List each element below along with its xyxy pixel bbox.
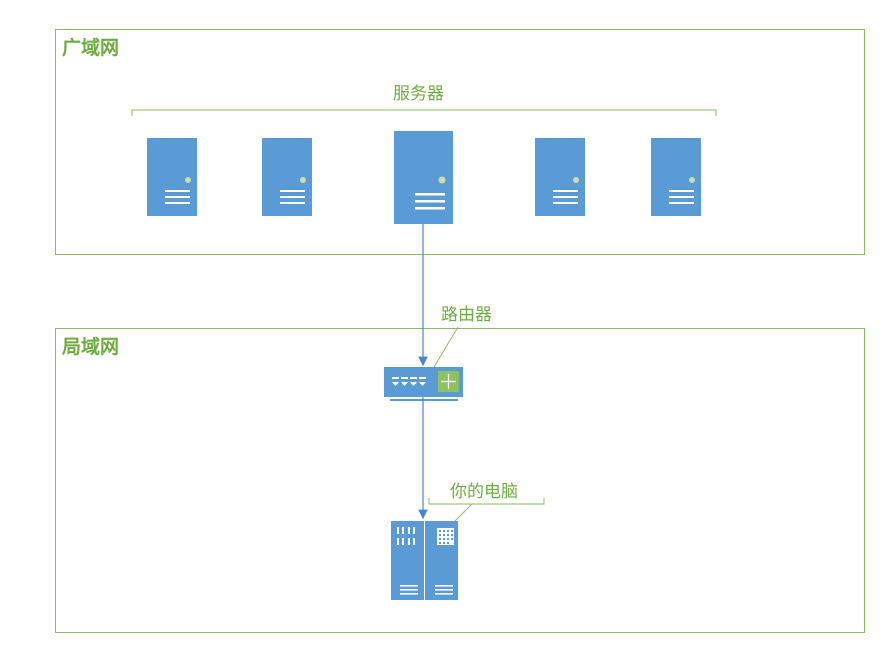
server-icon[interactable] bbox=[262, 138, 312, 216]
router-callout bbox=[433, 326, 459, 368]
computer-callout bbox=[453, 503, 473, 523]
servers-bracket bbox=[131, 109, 717, 116]
network-diagram bbox=[131, 109, 717, 600]
computer-icon[interactable] bbox=[391, 521, 458, 600]
server-icon[interactable] bbox=[535, 138, 585, 216]
server-icon[interactable] bbox=[147, 138, 197, 216]
main-server-icon[interactable] bbox=[394, 131, 453, 224]
computer-bracket bbox=[428, 498, 545, 505]
server-icon[interactable] bbox=[651, 138, 701, 216]
router-icon[interactable] bbox=[384, 367, 463, 401]
